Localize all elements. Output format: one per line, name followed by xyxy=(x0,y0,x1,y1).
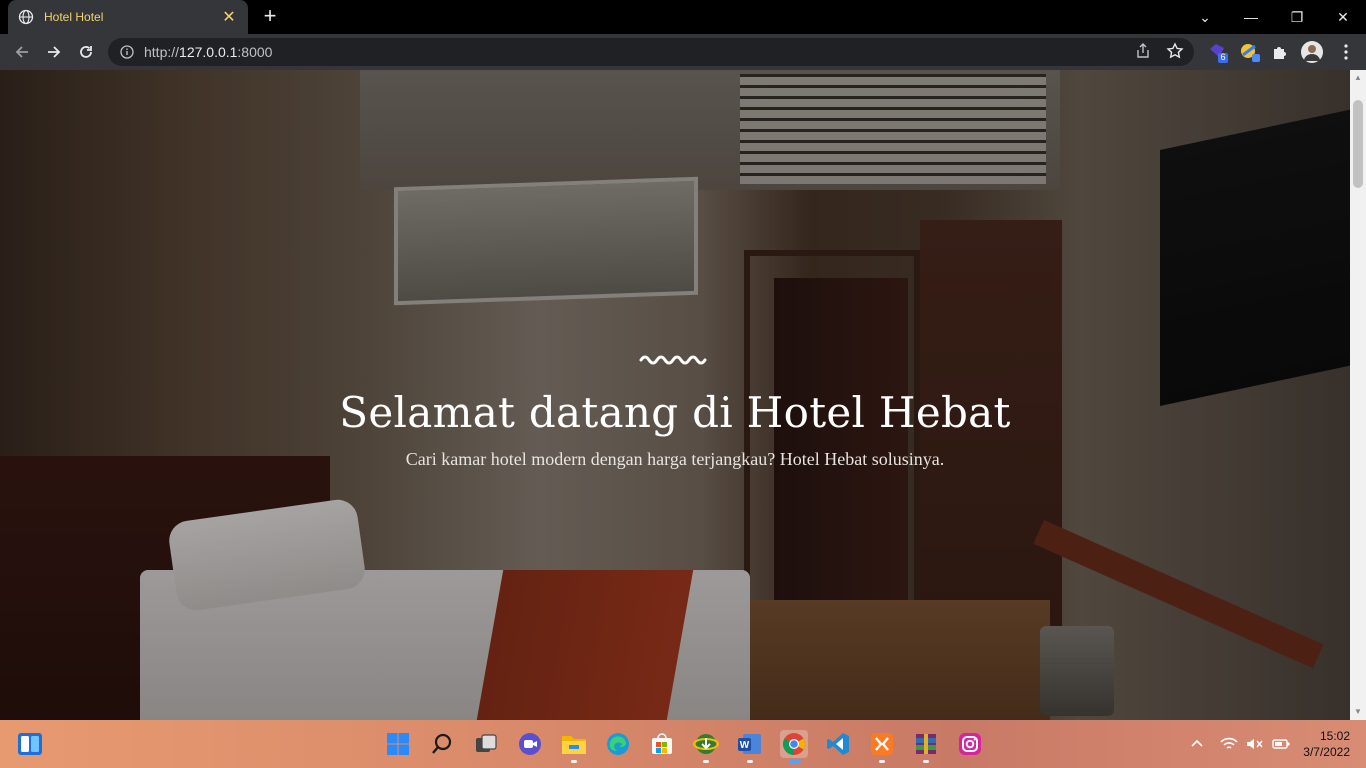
winrar-running-indicator xyxy=(923,760,929,763)
file-explorer-running-indicator xyxy=(571,760,577,763)
info-icon[interactable] xyxy=(120,45,134,59)
windows-logo-icon xyxy=(387,733,409,755)
meet-button[interactable] xyxy=(516,730,544,758)
windows-taskbar: W 15:02 3/7/2022 xyxy=(0,720,1366,768)
widgets-button[interactable] xyxy=(16,730,44,758)
browser-menu-button[interactable] xyxy=(1334,40,1358,64)
tab-search-button[interactable]: ⌄ xyxy=(1182,0,1228,34)
avatar xyxy=(1301,41,1323,63)
svg-text:W: W xyxy=(740,740,750,751)
chevron-up-icon[interactable] xyxy=(1190,737,1204,751)
word-icon: W xyxy=(738,734,761,754)
vscode-icon xyxy=(827,733,849,755)
extension-badge: 6 xyxy=(1220,52,1226,62)
search-icon xyxy=(432,733,452,754)
hero-section: Selamat datang di Hotel Hebat Cari kamar… xyxy=(0,70,1350,720)
profile-button[interactable] xyxy=(1300,40,1324,64)
extension-button-2[interactable] xyxy=(1238,40,1262,64)
minimize-button[interactable]: — xyxy=(1228,0,1274,34)
edge-button[interactable] xyxy=(604,730,632,758)
download-manager-running-indicator xyxy=(703,760,709,763)
hero-subtitle: Cari kamar hotel modern dengan harga ter… xyxy=(405,449,945,469)
edge-icon xyxy=(607,733,629,755)
folder-icon xyxy=(562,736,586,754)
download-manager-icon xyxy=(693,734,719,754)
download-manager-button[interactable] xyxy=(692,730,720,758)
search-button[interactable] xyxy=(428,730,456,758)
forward-arrow-icon xyxy=(48,46,61,58)
url-text: http://127.0.0.1:8000 xyxy=(144,44,273,60)
file-explorer-button[interactable] xyxy=(560,730,588,758)
kebab-menu-icon xyxy=(1344,44,1348,60)
globe-icon xyxy=(18,9,34,25)
maximize-button[interactable]: ❐ xyxy=(1274,0,1320,34)
extension-button-1[interactable]: 6 xyxy=(1206,40,1230,64)
puzzle-icon xyxy=(1274,47,1286,59)
extension-color-icon xyxy=(1241,44,1260,62)
forward-button[interactable] xyxy=(41,39,67,65)
wifi-icon[interactable] xyxy=(1220,737,1238,751)
task-view-icon xyxy=(476,734,497,752)
new-tab-button[interactable]: + xyxy=(258,5,282,29)
taskbar-clock[interactable]: 15:02 3/7/2022 xyxy=(1303,728,1350,760)
back-arrow-icon xyxy=(15,46,28,58)
task-view-button[interactable] xyxy=(472,730,500,758)
chrome-active-indicator xyxy=(789,760,801,763)
xampp-running-indicator xyxy=(879,760,885,763)
chrome-icon xyxy=(783,733,805,755)
vscode-button[interactable] xyxy=(824,730,852,758)
tab-close-button[interactable]: ✕ xyxy=(220,7,238,27)
start-button[interactable] xyxy=(384,730,412,758)
address-bar[interactable]: http://127.0.0.1:8000 xyxy=(108,38,1194,66)
browser-titlebar: Hotel Hotel ✕ + ⌄ — ❐ ✕ xyxy=(0,0,1366,34)
back-button[interactable] xyxy=(9,39,35,65)
word-button[interactable]: W xyxy=(736,730,764,758)
video-call-icon xyxy=(519,733,541,755)
volume-muted-icon[interactable] xyxy=(1246,737,1264,751)
scrollbar-thumb[interactable] xyxy=(1353,100,1363,188)
winrar-button[interactable] xyxy=(912,730,940,758)
store-button[interactable] xyxy=(648,730,676,758)
browser-toolbar: http://127.0.0.1:8000 6 xyxy=(0,34,1366,70)
xampp-icon xyxy=(871,733,893,755)
scroll-up-arrow-icon[interactable]: ▲ xyxy=(1354,74,1362,82)
instagram-icon xyxy=(959,733,981,755)
bookmark-star-icon[interactable] xyxy=(1166,42,1184,60)
browser-tab[interactable]: Hotel Hotel ✕ xyxy=(8,0,248,34)
winrar-icon xyxy=(916,734,936,754)
hero-heading: Selamat datang di Hotel Hebat xyxy=(339,388,1011,437)
clock-date: 3/7/2022 xyxy=(1303,745,1350,759)
reload-button[interactable] xyxy=(73,39,99,65)
system-tray xyxy=(1190,720,1290,768)
word-running-indicator xyxy=(747,760,753,763)
tab-title: Hotel Hotel xyxy=(44,10,104,24)
share-icon[interactable] xyxy=(1134,42,1152,60)
scroll-down-arrow-icon[interactable]: ▼ xyxy=(1354,708,1362,716)
battery-icon[interactable] xyxy=(1272,737,1290,751)
xampp-button[interactable] xyxy=(868,730,896,758)
extensions-menu-button[interactable] xyxy=(1268,40,1292,64)
instagram-button[interactable] xyxy=(956,730,984,758)
store-icon xyxy=(652,733,672,754)
hero-text: Selamat datang di Hotel Hebat Cari kamar… xyxy=(0,350,1350,470)
reload-icon xyxy=(80,46,92,58)
chrome-button[interactable] xyxy=(780,730,808,758)
close-window-button[interactable]: ✕ xyxy=(1320,0,1366,34)
page-scrollbar[interactable]: ▲ ▼ xyxy=(1350,70,1366,720)
wave-divider-icon xyxy=(639,355,707,365)
widgets-icon xyxy=(18,733,42,755)
clock-time: 15:02 xyxy=(1319,729,1350,743)
